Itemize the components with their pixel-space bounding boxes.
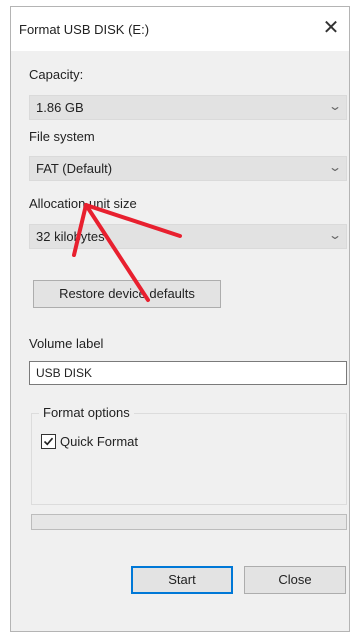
title-bar: Format USB DISK (E:) ✕ xyxy=(11,7,349,51)
file-system-label: File system xyxy=(29,129,95,144)
format-dialog: Format USB DISK (E:) ✕ Capacity: 1.86 GB… xyxy=(10,6,350,632)
format-progress-bar xyxy=(31,514,347,530)
format-options-title: Format options xyxy=(39,405,134,420)
volume-label-label: Volume label xyxy=(29,336,104,351)
file-system-dropdown[interactable]: FAT (Default) ⌄ xyxy=(29,156,347,181)
allocation-unit-size-label: Allocation unit size xyxy=(29,196,137,211)
chevron-down-icon: ⌄ xyxy=(327,160,343,174)
volume-label-input[interactable] xyxy=(29,361,347,385)
allocation-unit-size-dropdown[interactable]: 32 kilobytes ⌄ xyxy=(29,224,347,249)
close-icon[interactable]: ✕ xyxy=(319,15,343,41)
chevron-down-icon: ⌄ xyxy=(327,228,343,242)
restore-device-defaults-button[interactable]: Restore device defaults xyxy=(33,280,221,308)
dialog-title: Format USB DISK (E:) xyxy=(19,22,150,37)
start-button[interactable]: Start xyxy=(131,566,233,594)
format-options-group xyxy=(31,413,347,505)
allocation-unit-size-value: 32 kilobytes xyxy=(36,229,105,244)
capacity-value: 1.86 GB xyxy=(36,100,84,115)
chevron-down-icon: ⌄ xyxy=(327,99,343,113)
quick-format-label: Quick Format xyxy=(60,434,139,449)
capacity-label: Capacity: xyxy=(29,67,84,82)
close-button[interactable]: Close xyxy=(244,566,346,594)
capacity-dropdown[interactable]: 1.86 GB ⌄ xyxy=(29,95,347,120)
file-system-value: FAT (Default) xyxy=(36,161,113,176)
quick-format-checkbox[interactable] xyxy=(41,434,56,449)
checkmark-icon xyxy=(43,437,54,446)
